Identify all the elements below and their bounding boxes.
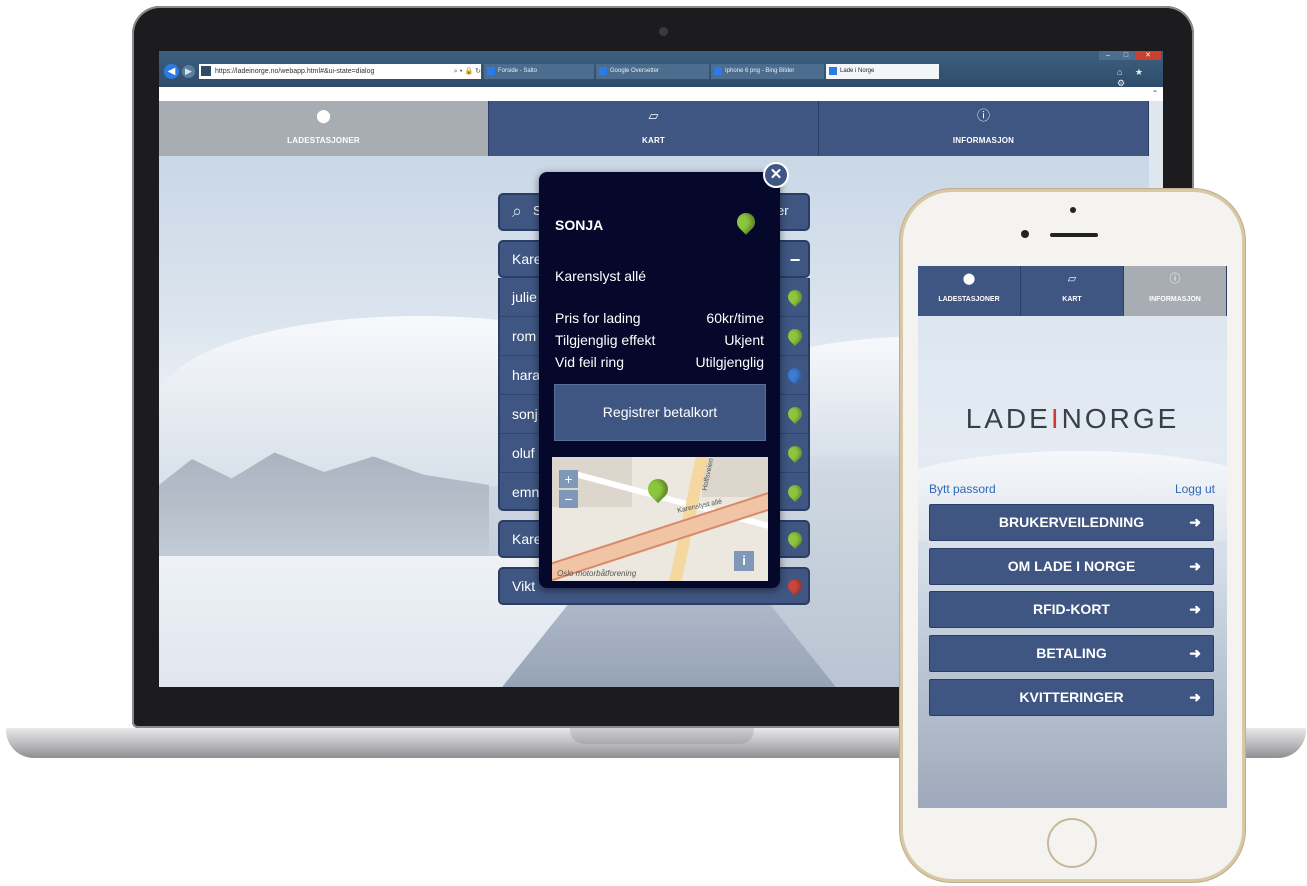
laptop-notch	[570, 728, 754, 744]
logo: LADEINORGE	[918, 403, 1227, 435]
power-value: Ukjent	[724, 332, 764, 348]
rfid-button[interactable]: RFID-KORT ➜	[929, 591, 1214, 628]
fault-call-value: Utilgjenglig	[695, 354, 764, 370]
zoom-in-button[interactable]: +	[559, 470, 578, 488]
logo-text: NORGE	[1061, 403, 1180, 434]
phone-camera	[1070, 207, 1076, 213]
home-button[interactable]	[1047, 818, 1097, 868]
tab-favicon-icon	[599, 67, 607, 75]
tab-label: LADESTASJONER	[287, 136, 360, 145]
power-label: Tilgjenglig effekt	[555, 332, 656, 348]
app-tab-bar: ⬤ LADESTASJONER ▱ KART ⓘ INFORMASJON	[159, 101, 1149, 156]
tab-label: INFORMASJON	[952, 136, 1015, 145]
browser-tab[interactable]: Iphone 6 png - Bing Bilder	[711, 64, 824, 79]
info-icon: ⓘ	[1169, 273, 1181, 285]
phone-speaker	[1050, 233, 1098, 237]
payment-button[interactable]: BETALING ➜	[929, 635, 1214, 672]
forward-arrow-icon[interactable]: ▶	[182, 65, 195, 78]
collapse-icon[interactable]: −	[786, 251, 804, 269]
receipts-button[interactable]: KVITTERINGER ➜	[929, 679, 1214, 716]
map-icon: ▱	[648, 108, 659, 123]
button-label: KVITTERINGER	[1019, 689, 1124, 705]
scroll-up-icon[interactable]: ⌃	[1149, 88, 1161, 100]
zoom-out-button[interactable]: −	[559, 490, 578, 508]
tab-kart[interactable]: ▱ KART	[1021, 266, 1124, 316]
fault-call-label: Vid feil ring	[555, 354, 625, 370]
tab-label: KART	[641, 136, 666, 145]
arrow-right-icon: ➜	[1189, 514, 1201, 530]
tab-informasjon[interactable]: ⓘ INFORMASJON	[1124, 266, 1227, 316]
button-label: BRUKERVEILEDNING	[998, 514, 1145, 530]
station-name: SONJA	[555, 217, 604, 233]
browser-tab[interactable]: Forside - Salto	[484, 64, 594, 79]
site-icon	[201, 66, 211, 76]
maximize-button[interactable]: □	[1117, 51, 1135, 60]
tab-favicon-icon	[829, 67, 837, 75]
map-pin-icon: ⬤	[316, 108, 331, 123]
logout-link[interactable]: Logg ut	[1175, 482, 1215, 496]
price-label: Pris for lading	[555, 310, 641, 326]
tab-kart[interactable]: ▱ KART	[489, 101, 819, 156]
tab-ladestasjoner[interactable]: ⬤ LADESTASJONER	[159, 101, 489, 156]
button-label: RFID-KORT	[1033, 601, 1110, 617]
page-top-strip	[159, 87, 1163, 101]
register-card-button[interactable]: Registrer betalkort	[554, 384, 766, 441]
arrow-right-icon: ➜	[1189, 601, 1201, 617]
address-bar[interactable]: https://ladeinorge.no/webapp.html#&ui-st…	[199, 64, 481, 79]
logo-separator: I	[1050, 403, 1062, 434]
minimize-button[interactable]: –	[1099, 51, 1117, 60]
mini-map[interactable]: Karenslyst allé Hoffsveien + − i Oslo mo…	[552, 457, 768, 581]
laptop-camera	[659, 27, 668, 36]
price-value: 60kr/time	[706, 310, 764, 326]
tab-label: INFORMASJON	[1149, 296, 1201, 303]
button-label: OM LADE I NORGE	[1007, 558, 1136, 574]
tab-ladestasjoner[interactable]: ⬤ LADESTASJONER	[918, 266, 1021, 316]
guide-button[interactable]: BRUKERVEILEDNING ➜	[929, 504, 1214, 541]
tab-favicon-icon	[714, 67, 722, 75]
info-icon: ⓘ	[976, 108, 990, 123]
about-button[interactable]: OM LADE I NORGE ➜	[929, 548, 1214, 585]
filter-label[interactable]: er	[777, 201, 807, 221]
phone-screen: ⬤ LADESTASJONER ▱ KART ⓘ INFORMASJON LAD…	[918, 266, 1227, 808]
tab-label: LADESTASJONER	[938, 296, 1000, 303]
back-arrow-icon[interactable]: ◀	[164, 64, 179, 79]
map-icon: ▱	[1067, 273, 1077, 285]
station-address: Karenslyst allé	[555, 268, 647, 284]
close-icon[interactable]: ✕	[763, 162, 789, 188]
arrow-right-icon: ➜	[1189, 558, 1201, 574]
search-icon[interactable]: ⌕	[505, 199, 529, 223]
arrow-right-icon: ➜	[1189, 689, 1201, 705]
tab-label: KART	[1062, 296, 1082, 303]
arrow-right-icon: ➜	[1189, 645, 1201, 661]
browser-tab[interactable]: Google Oversetter	[596, 64, 709, 79]
browser-tools-icon[interactable]: ⌂ ★ ⚙	[1117, 67, 1161, 88]
address-tools-icon[interactable]: ⌕ ▾ 🔒 ↻	[441, 64, 481, 79]
map-pin-icon: ⬤	[962, 273, 976, 285]
logo-text: LADE	[965, 403, 1051, 434]
tab-informasjon[interactable]: ⓘ INFORMASJON	[819, 101, 1149, 156]
close-window-button[interactable]: ✕	[1135, 51, 1161, 60]
phone-sensor	[1021, 230, 1029, 238]
tab-favicon-icon	[487, 67, 495, 75]
map-info-button[interactable]: i	[734, 551, 754, 571]
button-label: BETALING	[1036, 645, 1107, 661]
change-password-link[interactable]: Bytt passord	[929, 482, 996, 496]
map-attribution: Oslo motorbåtforening	[557, 569, 637, 578]
browser-tab-active[interactable]: Lade i Norge	[826, 64, 939, 79]
